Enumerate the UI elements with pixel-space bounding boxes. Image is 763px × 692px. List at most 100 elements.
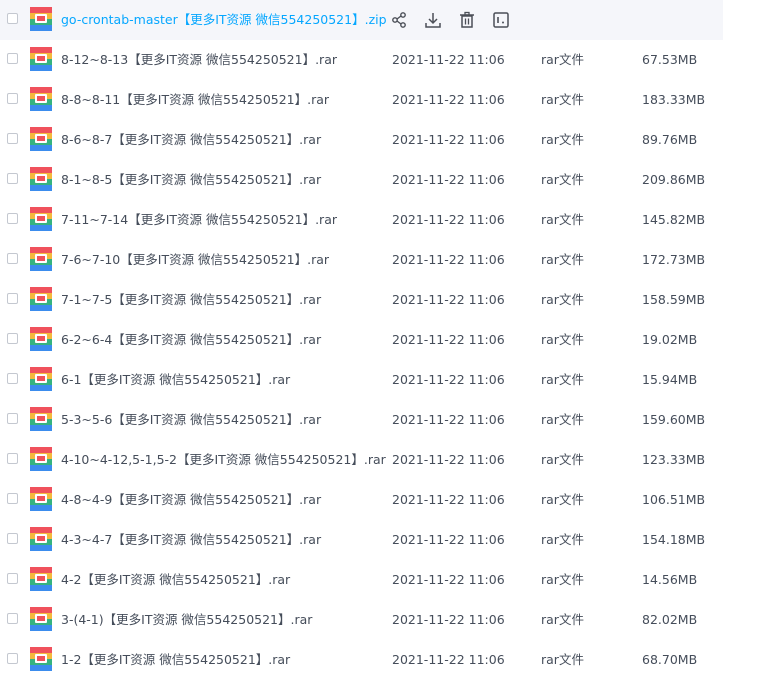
file-name[interactable]: 4-8~4-9【更多IT资源 微信554250521】.rar	[61, 480, 321, 520]
archive-file-icon	[30, 607, 52, 631]
file-date: 2021-11-22 11:06	[392, 652, 505, 667]
file-size: 145.82MB	[642, 212, 706, 227]
row-checkbox[interactable]	[7, 213, 18, 224]
row-checkbox[interactable]	[7, 373, 18, 384]
archive-file-icon	[30, 647, 52, 671]
file-type: rar文件	[541, 172, 584, 187]
file-row[interactable]: 4-2【更多IT资源 微信554250521】.rar 2021-11-22 1…	[0, 560, 763, 600]
file-row[interactable]: 7-11~7-14【更多IT资源 微信554250521】.rar 2021-1…	[0, 200, 763, 240]
file-type: rar文件	[541, 252, 584, 267]
file-name[interactable]: 6-1【更多IT资源 微信554250521】.rar	[61, 360, 290, 400]
file-name[interactable]: 8-8~8-11【更多IT资源 微信554250521】.rar	[61, 80, 329, 120]
file-size: 209.86MB	[642, 172, 706, 187]
file-name[interactable]: 4-2【更多IT资源 微信554250521】.rar	[61, 560, 290, 600]
file-row[interactable]: 8-8~8-11【更多IT资源 微信554250521】.rar 2021-11…	[0, 80, 763, 120]
row-checkbox[interactable]	[7, 53, 18, 64]
file-type: rar文件	[541, 452, 584, 467]
row-checkbox[interactable]	[7, 333, 18, 344]
more-icon[interactable]	[492, 11, 510, 29]
file-size: 14.56MB	[642, 572, 698, 587]
file-date: 2021-11-22 11:06	[392, 492, 505, 507]
file-row[interactable]: 1-2【更多IT资源 微信554250521】.rar 2021-11-22 1…	[0, 640, 763, 680]
row-checkbox[interactable]	[7, 573, 18, 584]
file-name[interactable]: 8-6~8-7【更多IT资源 微信554250521】.rar	[61, 120, 321, 160]
file-name[interactable]: 8-12~8-13【更多IT资源 微信554250521】.rar	[61, 40, 337, 80]
file-name[interactable]: 5-3~5-6【更多IT资源 微信554250521】.rar	[61, 400, 321, 440]
file-row[interactable]: 8-12~8-13【更多IT资源 微信554250521】.rar 2021-1…	[0, 40, 763, 80]
file-date: 2021-11-22 11:06	[392, 292, 505, 307]
file-row[interactable]: 8-6~8-7【更多IT资源 微信554250521】.rar 2021-11-…	[0, 120, 763, 160]
file-rows: 8-12~8-13【更多IT资源 微信554250521】.rar 2021-1…	[0, 40, 763, 680]
row-checkbox[interactable]	[7, 173, 18, 184]
file-list: go-crontab-master【更多IT资源 微信554250521】.zi…	[0, 0, 763, 680]
file-size: 158.59MB	[642, 292, 706, 307]
file-row[interactable]: 4-8~4-9【更多IT资源 微信554250521】.rar 2021-11-…	[0, 480, 763, 520]
file-row[interactable]: 6-2~6-4【更多IT资源 微信554250521】.rar 2021-11-…	[0, 320, 763, 360]
file-size: 67.53MB	[642, 52, 698, 67]
download-icon[interactable]	[424, 11, 442, 29]
file-date: 2021-11-22 11:06	[392, 412, 505, 427]
file-name[interactable]: 7-11~7-14【更多IT资源 微信554250521】.rar	[61, 200, 337, 240]
file-type: rar文件	[541, 292, 584, 307]
file-size: 68.70MB	[642, 652, 698, 667]
file-size: 106.51MB	[642, 492, 706, 507]
file-name[interactable]: 4-10~4-12,5-1,5-2【更多IT资源 微信554250521】.ra…	[61, 440, 386, 480]
file-date: 2021-11-22 11:06	[392, 52, 505, 67]
share-icon[interactable]	[390, 11, 408, 29]
row-checkbox[interactable]	[7, 293, 18, 304]
archive-file-icon	[30, 247, 52, 271]
file-row[interactable]: 4-3~4-7【更多IT资源 微信554250521】.rar 2021-11-…	[0, 520, 763, 560]
file-size: 154.18MB	[642, 532, 706, 547]
file-type: rar文件	[541, 372, 584, 387]
archive-file-icon	[30, 407, 52, 431]
archive-file-icon	[30, 7, 52, 31]
archive-file-icon	[30, 47, 52, 71]
file-type: rar文件	[541, 572, 584, 587]
row-checkbox[interactable]	[7, 653, 18, 664]
file-row[interactable]: 7-6~7-10【更多IT资源 微信554250521】.rar 2021-11…	[0, 240, 763, 280]
row-checkbox[interactable]	[7, 453, 18, 464]
row-checkbox[interactable]	[7, 253, 18, 264]
file-row[interactable]: 3-(4-1)【更多IT资源 微信554250521】.rar 2021-11-…	[0, 600, 763, 640]
row-checkbox[interactable]	[7, 413, 18, 424]
row-checkbox[interactable]	[7, 93, 18, 104]
file-size: 15.94MB	[642, 372, 698, 387]
row-checkbox[interactable]	[7, 613, 18, 624]
file-name[interactable]: go-crontab-master【更多IT资源 微信554250521】.zi…	[61, 0, 387, 40]
archive-file-icon	[30, 567, 52, 591]
file-name[interactable]: 7-1~7-5【更多IT资源 微信554250521】.rar	[61, 280, 321, 320]
file-date: 2021-11-22 11:06	[392, 532, 505, 547]
file-size: 159.60MB	[642, 412, 706, 427]
file-row[interactable]: 7-1~7-5【更多IT资源 微信554250521】.rar 2021-11-…	[0, 280, 763, 320]
file-row[interactable]: 5-3~5-6【更多IT资源 微信554250521】.rar 2021-11-…	[0, 400, 763, 440]
file-row[interactable]: 8-1~8-5【更多IT资源 微信554250521】.rar 2021-11-…	[0, 160, 763, 200]
file-size: 183.33MB	[642, 92, 706, 107]
file-name[interactable]: 6-2~6-4【更多IT资源 微信554250521】.rar	[61, 320, 321, 360]
row-checkbox[interactable]	[7, 133, 18, 144]
row-checkbox[interactable]	[7, 13, 18, 24]
file-date: 2021-11-22 11:06	[392, 612, 505, 627]
archive-file-icon	[30, 167, 52, 191]
archive-file-icon	[30, 207, 52, 231]
file-type: rar文件	[541, 132, 584, 147]
row-checkbox[interactable]	[7, 533, 18, 544]
file-name[interactable]: 1-2【更多IT资源 微信554250521】.rar	[61, 640, 290, 680]
file-date: 2021-11-22 11:06	[392, 572, 505, 587]
file-name[interactable]: 8-1~8-5【更多IT资源 微信554250521】.rar	[61, 160, 321, 200]
delete-icon[interactable]	[458, 11, 476, 29]
file-name[interactable]: 7-6~7-10【更多IT资源 微信554250521】.rar	[61, 240, 329, 280]
file-size: 123.33MB	[642, 452, 706, 467]
file-type: rar文件	[541, 92, 584, 107]
file-row[interactable]: 4-10~4-12,5-1,5-2【更多IT资源 微信554250521】.ra…	[0, 440, 763, 480]
file-name[interactable]: 3-(4-1)【更多IT资源 微信554250521】.rar	[61, 600, 312, 640]
archive-file-icon	[30, 287, 52, 311]
row-checkbox[interactable]	[7, 493, 18, 504]
file-type: rar文件	[541, 212, 584, 227]
file-type: rar文件	[541, 412, 584, 427]
file-row[interactable]: 6-1【更多IT资源 微信554250521】.rar 2021-11-22 1…	[0, 360, 763, 400]
file-date: 2021-11-22 11:06	[392, 172, 505, 187]
file-row[interactable]: go-crontab-master【更多IT资源 微信554250521】.zi…	[0, 0, 723, 40]
archive-file-icon	[30, 527, 52, 551]
file-name[interactable]: 4-3~4-7【更多IT资源 微信554250521】.rar	[61, 520, 321, 560]
archive-file-icon	[30, 487, 52, 511]
